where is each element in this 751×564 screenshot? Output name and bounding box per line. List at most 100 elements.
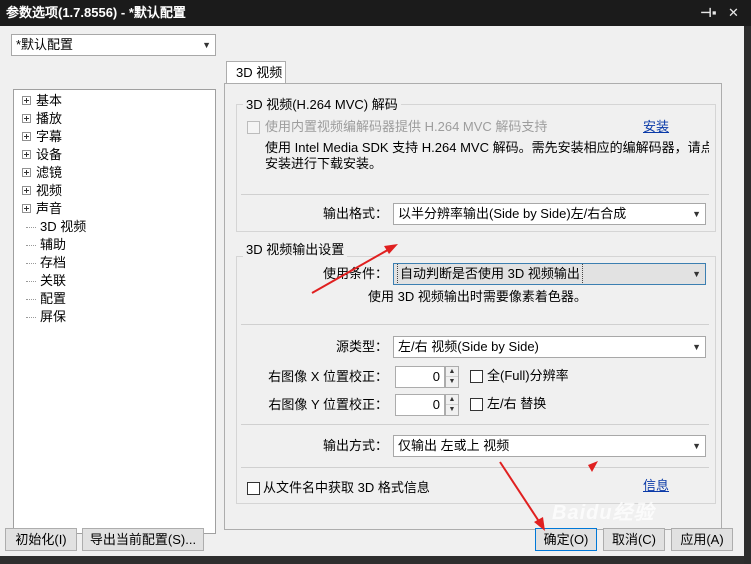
- tree-item[interactable]: 基本: [22, 92, 62, 110]
- expand-plus-icon[interactable]: [22, 150, 31, 160]
- pin-icon[interactable]: ⊣▪: [700, 0, 717, 26]
- tree-item-label: 滤镜: [36, 165, 63, 180]
- tree-item-label: 播放: [36, 111, 63, 126]
- tab-3d-video[interactable]: 3D 视频: [226, 61, 286, 84]
- export-config-button[interactable]: 导出当前配置(S)...: [82, 528, 204, 551]
- condition-note: 使用 3D 视频输出时需要像素着色器。: [368, 289, 587, 304]
- right-y-input[interactable]: 0: [395, 394, 445, 416]
- output-format-value: 以半分辨率输出(Side by Side)左/右合成: [398, 206, 627, 221]
- use-builtin-mvc-label: 使用内置视频编解码器提供 H.264 MVC 解码支持: [265, 119, 548, 134]
- tree-item[interactable]: 设备: [22, 146, 62, 164]
- chevron-down-icon: ▼: [692, 269, 701, 279]
- full-resolution-checkbox[interactable]: [470, 370, 483, 383]
- init-button[interactable]: 初始化(I): [5, 528, 77, 551]
- output-mode-value: 仅输出 左或上 视频: [398, 438, 510, 453]
- full-resolution-label: 全(Full)分辨率: [487, 368, 569, 383]
- filename-detect-label: 从文件名中获取 3D 格式信息: [263, 480, 430, 495]
- expand-plus-icon[interactable]: [22, 132, 31, 142]
- expand-plus-icon[interactable]: [22, 186, 31, 196]
- info-link[interactable]: 信息: [643, 478, 669, 494]
- stepper-up-icon[interactable]: ▲: [446, 395, 458, 405]
- source-type-label: 源类型：: [335, 339, 388, 354]
- condition-select[interactable]: 自动判断是否使用 3D 视频输出 ▼: [393, 263, 706, 285]
- use-builtin-mvc-checkbox[interactable]: [247, 121, 260, 134]
- tree-item-label: 配置: [40, 291, 67, 306]
- tree-item-label: 字幕: [36, 129, 63, 144]
- chevron-down-icon: ▼: [692, 209, 701, 219]
- settings-tree: 基本播放字幕设备滤镜视频声音 3D 视频辅助存档关联配置屏保: [13, 89, 216, 534]
- output-format-select[interactable]: 以半分辨率输出(Side by Side)左/右合成 ▼: [393, 203, 706, 225]
- tree-item[interactable]: 3D 视频: [22, 218, 86, 236]
- right-y-stepper[interactable]: ▲ ▼: [445, 394, 459, 416]
- close-icon[interactable]: ✕: [728, 0, 739, 26]
- expand-plus-icon[interactable]: [22, 168, 31, 178]
- divider: [241, 324, 709, 325]
- source-type-value: 左/右 视频(Side by Side): [398, 339, 539, 354]
- window-titlebar: 参数选项(1.7.8556) - *默认配置 ⊣▪ ✕: [0, 0, 751, 26]
- tree-item[interactable]: 辅助: [22, 236, 66, 254]
- chevron-down-icon: ▼: [202, 40, 211, 50]
- tree-item-label: 视频: [36, 183, 63, 198]
- mvc-description-line2: 安装进行下载安装。: [265, 156, 383, 171]
- tree-connector: [26, 245, 36, 247]
- right-x-stepper[interactable]: ▲ ▼: [445, 366, 459, 388]
- expand-plus-icon[interactable]: [22, 114, 31, 124]
- background-app-strip-bottom: [0, 556, 744, 564]
- expand-plus-icon[interactable]: [22, 96, 31, 106]
- tree-item[interactable]: 声音: [22, 200, 62, 218]
- tree-item[interactable]: 关联: [22, 272, 66, 290]
- tree-item-label: 关联: [40, 273, 67, 288]
- profile-select-value: *默认配置: [16, 37, 74, 52]
- tree-item[interactable]: 滤镜: [22, 164, 62, 182]
- watermark-logo: Baidu经验: [552, 502, 655, 524]
- output-group-title: 3D 视频输出设置: [243, 242, 348, 257]
- ok-button[interactable]: 确定(O): [535, 528, 597, 551]
- divider: [241, 194, 709, 195]
- stepper-up-icon[interactable]: ▲: [446, 367, 458, 377]
- tab-label: 3D 视频: [236, 65, 283, 80]
- install-link[interactable]: 安装: [643, 119, 669, 135]
- tree-item-label: 屏保: [40, 309, 67, 324]
- tree-item-label: 基本: [36, 93, 63, 108]
- condition-value: 自动判断是否使用 3D 视频输出: [397, 264, 583, 284]
- condition-label: 使用条件：: [322, 266, 388, 281]
- stepper-down-icon[interactable]: ▼: [446, 377, 458, 387]
- output-mode-select[interactable]: 仅输出 左或上 视频 ▼: [393, 435, 706, 457]
- right-x-value: 0: [432, 369, 440, 384]
- tree-item[interactable]: 屏保: [22, 308, 66, 326]
- divider: [241, 424, 709, 425]
- tree-item[interactable]: 字幕: [22, 128, 62, 146]
- tree-item-label: 辅助: [40, 237, 67, 252]
- tree-item-label: 存档: [40, 255, 67, 270]
- apply-button[interactable]: 应用(A): [671, 528, 733, 551]
- tree-connector: [26, 299, 36, 301]
- preferences-dialog: *默认配置 ▼ 基本 播放 字幕 设备 滤镜 视频 声音 3D 视频 辅助 存档 关联 配置 屏保 3D…: [0, 26, 744, 556]
- tree-item[interactable]: 视频: [22, 182, 62, 200]
- tree-item-label: 3D 视频: [40, 219, 87, 234]
- tree-connector: [26, 227, 36, 229]
- filename-detect-checkbox[interactable]: [247, 482, 260, 495]
- source-type-select[interactable]: 左/右 视频(Side by Side) ▼: [393, 336, 706, 358]
- cancel-button[interactable]: 取消(C): [603, 528, 665, 551]
- tree-item[interactable]: 播放: [22, 110, 62, 128]
- tree-item-label: 设备: [36, 147, 63, 162]
- chevron-down-icon: ▼: [692, 342, 701, 352]
- tree-item[interactable]: 存档: [22, 254, 66, 272]
- right-y-value: 0: [432, 397, 440, 412]
- output-format-label: 输出格式：: [322, 206, 388, 221]
- right-x-label: 右图像 X 位置校正：: [268, 369, 388, 384]
- tree-connector: [26, 263, 36, 265]
- swap-left-right-label: 左/右 替换: [487, 396, 547, 411]
- mvc-description-line1: 使用 Intel Media SDK 支持 H.264 MVC 解码。需先安装相…: [265, 140, 709, 155]
- mvc-group-title: 3D 视频(H.264 MVC) 解码: [243, 97, 401, 112]
- stepper-down-icon[interactable]: ▼: [446, 405, 458, 415]
- background-app-strip: [744, 26, 751, 564]
- expand-plus-icon[interactable]: [22, 204, 31, 214]
- profile-select[interactable]: *默认配置 ▼: [11, 34, 216, 56]
- swap-left-right-checkbox[interactable]: [470, 398, 483, 411]
- tree-item[interactable]: 配置: [22, 290, 66, 308]
- settings-panel: 3D 视频(H.264 MVC) 解码 使用内置视频编解码器提供 H.264 M…: [224, 83, 722, 530]
- chevron-down-icon: ▼: [692, 441, 701, 451]
- right-y-label: 右图像 Y 位置校正：: [268, 397, 388, 412]
- right-x-input[interactable]: 0: [395, 366, 445, 388]
